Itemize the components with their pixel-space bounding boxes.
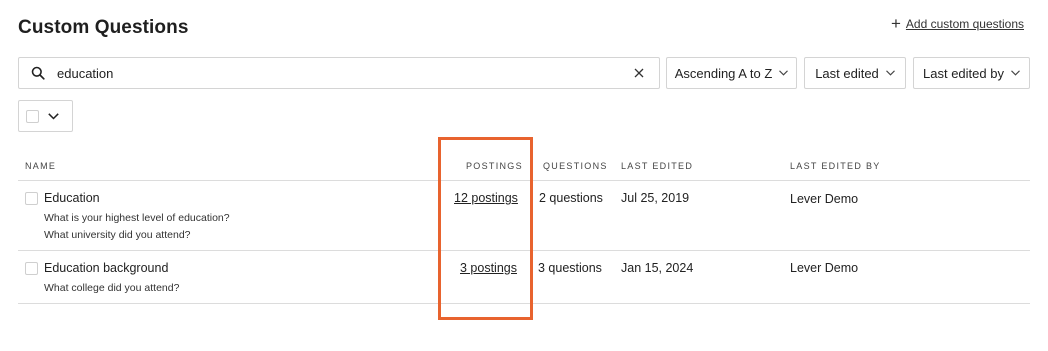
sort-dropdown-label: Ascending A to Z xyxy=(674,65,773,81)
last-edited-dropdown-label: Last edited xyxy=(815,65,879,81)
questions-count: 3 questions xyxy=(538,261,602,275)
row-divider xyxy=(18,303,1030,304)
row-checkbox[interactable] xyxy=(25,262,38,275)
plus-icon: + xyxy=(890,14,901,33)
last-edited-date: Jan 15, 2024 xyxy=(621,261,694,275)
last-edited-by-dropdown-label: Last edited by xyxy=(923,65,1004,81)
add-custom-questions-label: Add custom questions xyxy=(905,17,1024,31)
add-custom-questions-link[interactable]: + Add custom questions xyxy=(890,14,1024,33)
question-set-name[interactable]: Education background xyxy=(44,261,168,275)
subquestion: What college did you attend? xyxy=(44,282,180,294)
page-title: Custom Questions xyxy=(18,17,189,38)
bulk-select-dropdown[interactable] xyxy=(18,100,73,132)
column-header-last-edited: LAST EDITED xyxy=(621,161,694,171)
question-set-name[interactable]: Education xyxy=(44,191,100,205)
column-header-questions: QUESTIONS xyxy=(543,161,608,171)
chevron-down-icon xyxy=(885,70,895,76)
header-divider xyxy=(18,180,1030,181)
column-header-name: NAME xyxy=(25,161,57,171)
row-divider xyxy=(18,250,1030,251)
sort-dropdown[interactable]: Ascending A to Z xyxy=(666,57,797,89)
row-checkbox[interactable] xyxy=(25,192,38,205)
chevron-down-icon xyxy=(779,70,789,76)
chevron-down-icon xyxy=(48,112,59,120)
subquestion: What is your highest level of education? xyxy=(44,212,230,224)
search-icon xyxy=(19,58,57,88)
select-all-checkbox[interactable] xyxy=(26,109,39,123)
postings-link[interactable]: 12 postings xyxy=(454,191,518,205)
questions-count: 2 questions xyxy=(539,191,603,205)
postings-link[interactable]: 3 postings xyxy=(460,261,517,275)
close-icon[interactable] xyxy=(619,58,659,88)
column-header-last-edited-by: LAST EDITED BY xyxy=(790,161,881,171)
last-edited-dropdown[interactable]: Last edited xyxy=(804,57,906,89)
chevron-down-icon xyxy=(1011,70,1020,76)
subquestion: What university did you attend? xyxy=(44,229,191,241)
search-field[interactable]: education xyxy=(18,57,660,89)
last-edited-by-name: Lever Demo xyxy=(790,192,859,206)
last-edited-date: Jul 25, 2019 xyxy=(621,191,690,205)
last-edited-by-dropdown[interactable]: Last edited by xyxy=(913,57,1030,89)
column-header-postings: POSTINGS xyxy=(466,161,523,171)
last-edited-by-name: Lever Demo xyxy=(790,261,859,275)
search-input[interactable]: education xyxy=(57,66,619,81)
